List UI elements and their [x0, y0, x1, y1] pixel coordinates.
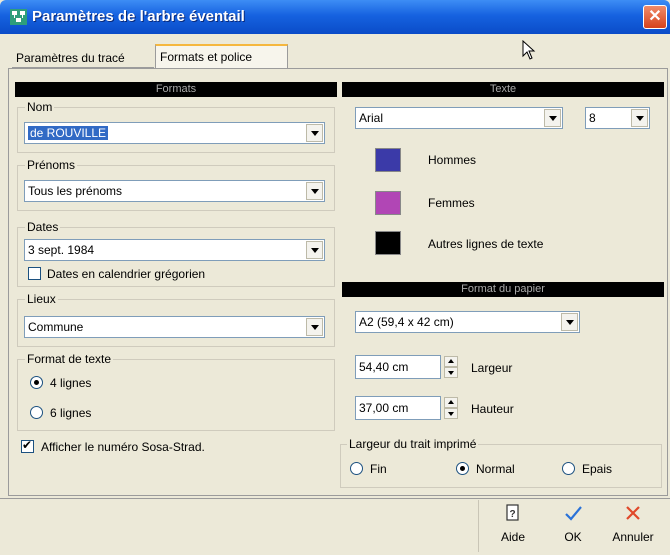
ok-button[interactable]: OK	[548, 500, 598, 552]
mouse-cursor-icon	[522, 39, 536, 63]
help-icon: ?	[488, 504, 538, 524]
gregorian-label: Dates en calendrier grégorien	[47, 267, 206, 281]
femmes-label: Femmes	[428, 196, 475, 210]
largeur-input[interactable]: 54,40 cm	[355, 355, 458, 379]
spin-up-icon[interactable]	[444, 356, 458, 367]
autres-color-swatch[interactable]	[375, 231, 401, 255]
size-value: 8	[589, 111, 596, 125]
prenoms-label: Prénoms	[25, 158, 78, 172]
hauteur-label: Hauteur	[471, 402, 514, 416]
dates-label: Dates	[25, 220, 61, 234]
hommes-color-swatch[interactable]	[375, 148, 401, 172]
ok-label: OK	[564, 530, 582, 544]
svg-text:?: ?	[509, 509, 515, 520]
gregorian-checkbox[interactable]	[28, 267, 41, 280]
footer-separator	[0, 498, 670, 499]
chevron-down-icon[interactable]	[306, 182, 323, 200]
radio-6-lignes[interactable]	[30, 406, 43, 419]
tree-app-icon	[10, 9, 27, 25]
radio-fin-label: Fin	[370, 462, 387, 476]
title-bar: Paramètres de l'arbre éventail ✕	[0, 0, 670, 34]
lieux-label: Lieux	[25, 292, 58, 306]
spin-up-icon[interactable]	[444, 397, 458, 408]
radio-4-lignes-label: 4 lignes	[50, 376, 92, 390]
chevron-down-icon[interactable]	[306, 124, 323, 142]
hauteur-value: 37,00 cm	[359, 401, 409, 415]
annuler-button[interactable]: Annuler	[608, 500, 658, 552]
size-select[interactable]: 8	[585, 107, 650, 129]
formats-header: Formats	[15, 82, 337, 97]
femmes-color-swatch[interactable]	[375, 191, 401, 215]
font-value: Arial	[359, 111, 384, 125]
close-button[interactable]: ✕	[643, 5, 667, 29]
hauteur-spinner[interactable]	[444, 397, 458, 419]
radio-normal-label: Normal	[476, 462, 515, 476]
nom-label: Nom	[25, 100, 55, 114]
aide-button[interactable]: ? Aide	[488, 500, 538, 552]
lieux-value: Commune	[28, 320, 84, 334]
largeur-label: Largeur	[471, 361, 513, 375]
tab-parametres-trace[interactable]: Paramètres du tracé	[12, 47, 154, 68]
hauteur-input[interactable]: 37,00 cm	[355, 396, 458, 420]
chevron-down-icon[interactable]	[544, 109, 561, 127]
autres-label: Autres lignes de texte	[428, 237, 544, 251]
paper-format-value: A2 (59,4 x 42 cm)	[359, 315, 454, 329]
prenoms-select[interactable]: Tous les prénoms	[24, 180, 325, 202]
radio-normal[interactable]	[456, 462, 469, 475]
radio-4-lignes[interactable]	[30, 376, 43, 389]
radio-epais[interactable]	[562, 462, 575, 475]
chevron-down-icon[interactable]	[631, 109, 648, 127]
dates-value: 3 sept. 1984	[28, 243, 95, 257]
nom-value: de ROUVILLE	[28, 126, 109, 140]
sosa-label: Afficher le numéro Sosa-Strad.	[41, 440, 205, 454]
chevron-down-icon[interactable]	[561, 313, 578, 331]
radio-6-lignes-label: 6 lignes	[50, 406, 92, 420]
aide-label: Aide	[500, 530, 526, 544]
chevron-down-icon[interactable]	[306, 318, 323, 336]
paper-format-select[interactable]: A2 (59,4 x 42 cm)	[355, 311, 580, 333]
dates-select[interactable]: 3 sept. 1984	[24, 239, 325, 261]
cancel-x-icon	[608, 504, 658, 524]
spin-down-icon[interactable]	[444, 367, 458, 378]
group-format-texte	[17, 359, 335, 431]
papier-header: Format du papier	[342, 282, 664, 297]
footer-divider	[478, 500, 479, 552]
trait-label: Largeur du trait imprimé	[347, 437, 479, 451]
nom-select[interactable]: de ROUVILLE	[24, 122, 325, 144]
largeur-value: 54,40 cm	[359, 360, 409, 374]
chevron-down-icon[interactable]	[306, 241, 323, 259]
radio-epais-label: Epais	[582, 462, 613, 476]
window-title: Paramètres de l'arbre éventail	[32, 8, 245, 25]
largeur-spinner[interactable]	[444, 356, 458, 378]
annuler-label: Annuler	[612, 530, 654, 544]
checkmark-icon	[548, 504, 598, 524]
font-select[interactable]: Arial	[355, 107, 563, 129]
format-texte-label: Format de texte	[25, 352, 114, 366]
texte-header: Texte	[342, 82, 664, 97]
spin-down-icon[interactable]	[444, 408, 458, 419]
sosa-checkbox[interactable]	[21, 438, 34, 453]
tab-formats-police[interactable]: Formats et police	[155, 44, 288, 68]
lieux-select[interactable]: Commune	[24, 316, 325, 338]
radio-fin[interactable]	[350, 462, 363, 475]
tab-panel: Formats Nom de ROUVILLE Prénoms Tous les…	[8, 68, 668, 496]
prenoms-value: Tous les prénoms	[28, 184, 123, 198]
hommes-label: Hommes	[428, 153, 477, 167]
